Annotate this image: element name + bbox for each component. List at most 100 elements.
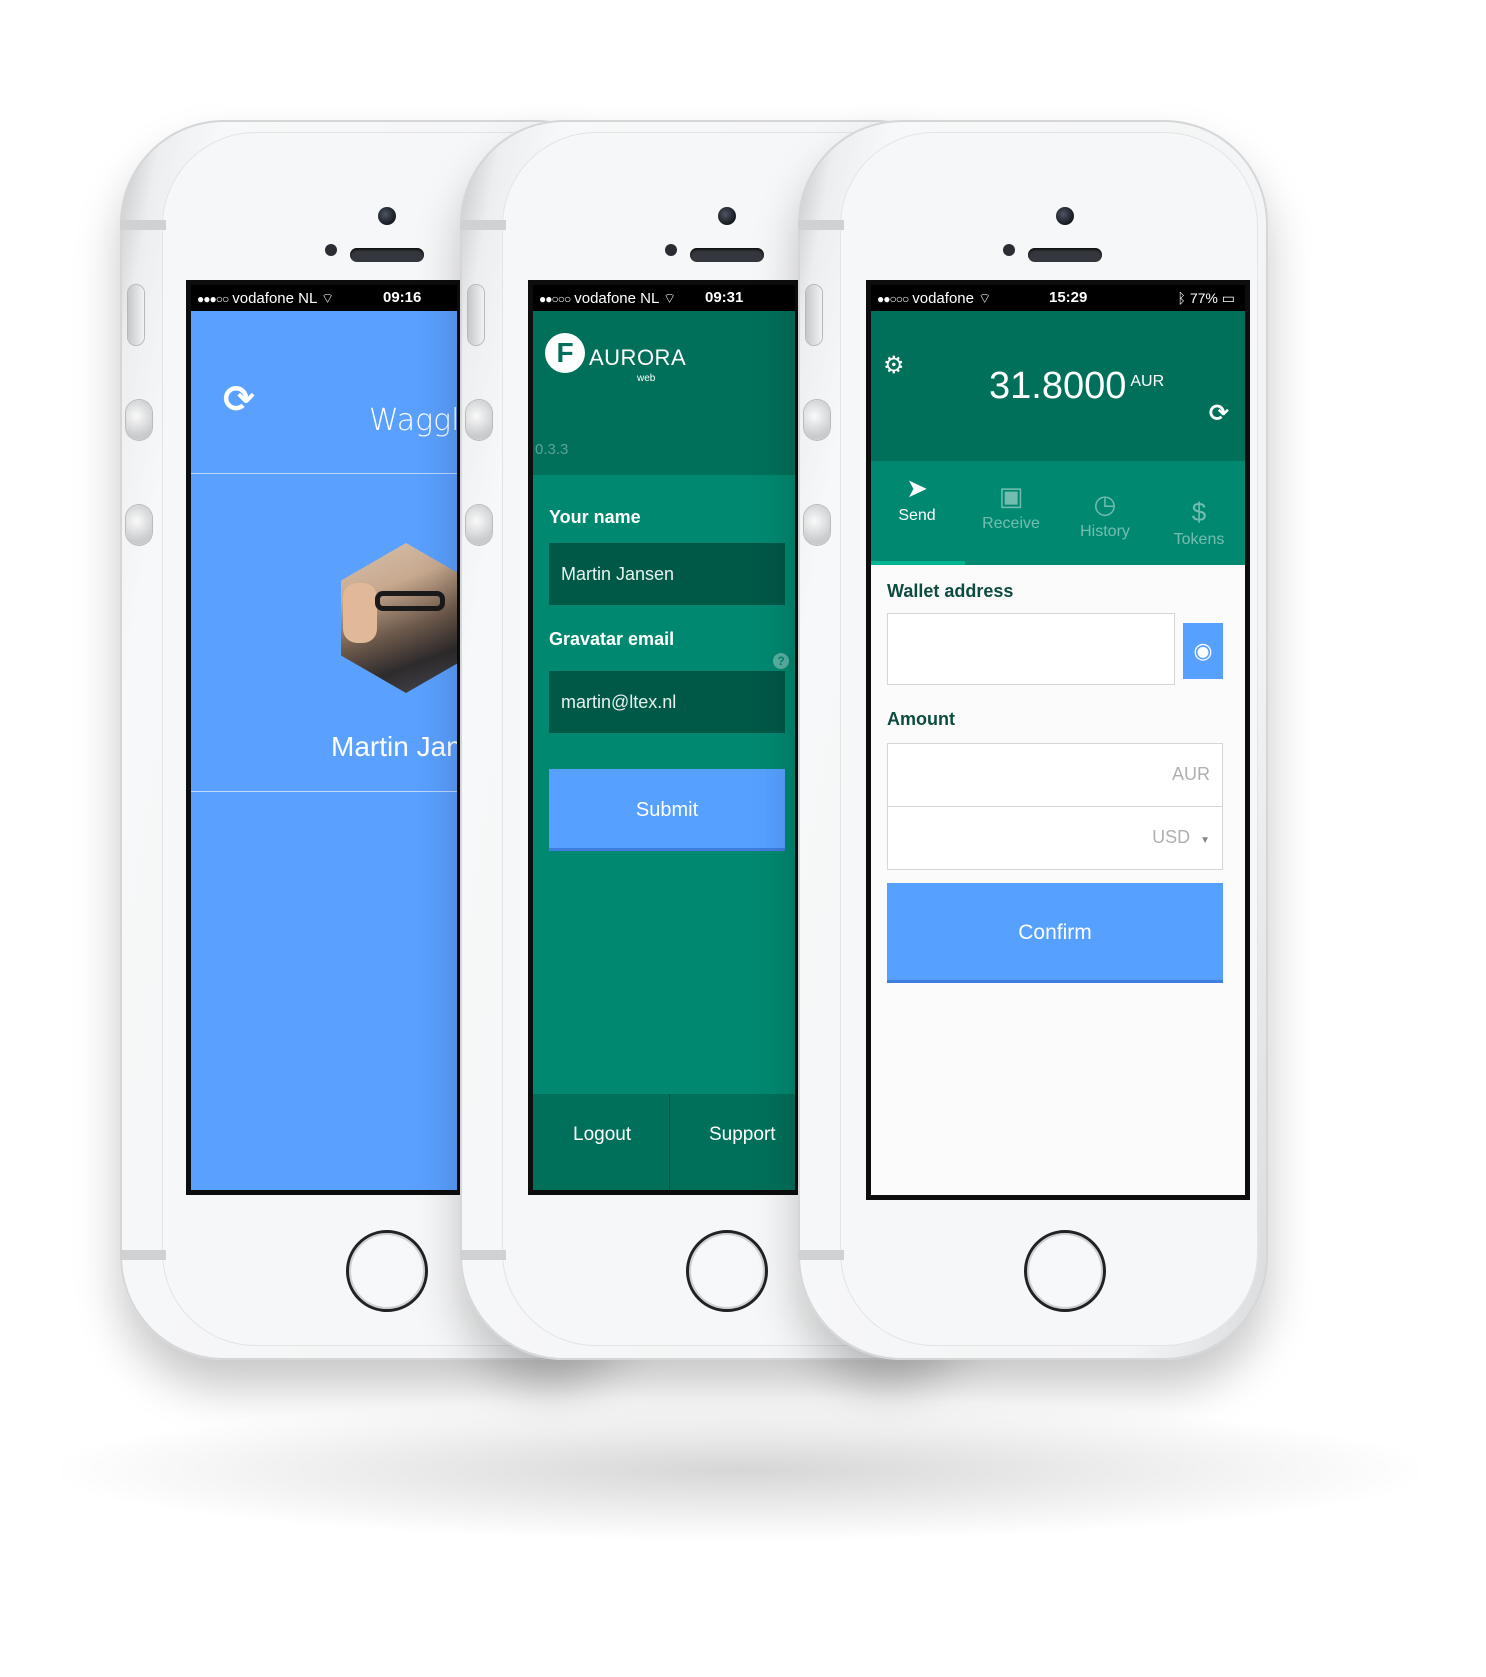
gear-icon[interactable]: ⚙ (883, 351, 905, 380)
aurora-wallet: ⚙ 31.8000 AUR ⟳ ➤ Send ▣ Receive ◷ Histor… (871, 311, 1245, 1195)
mute-switch (468, 285, 484, 345)
avatar-glasses (375, 591, 445, 611)
tab-history[interactable]: ◷ History (1059, 489, 1151, 541)
antenna-band (798, 220, 844, 230)
phone-aurora-wallet: ●●○○○ vodafone ⌔ 15:29 ᛒ 77% ▭ ⚙ 31.8000 A… (798, 120, 1268, 1360)
antenna-band (798, 1250, 844, 1260)
name-label: Your name (549, 507, 641, 527)
camera-icon (378, 207, 396, 225)
dollar-icon: $ (1191, 497, 1207, 527)
battery-percent: 77% (1189, 290, 1218, 306)
help-icon[interactable]: ? (773, 653, 789, 669)
sensor (665, 244, 677, 256)
mute-switch (128, 285, 144, 345)
status-bar: ●●●○○ vodafone NL ⌔ 09:16 (191, 285, 457, 311)
refresh-icon[interactable]: ⟳ (223, 377, 255, 422)
footer: Logout Support (533, 1094, 795, 1190)
support-button[interactable]: Support (709, 1124, 776, 1146)
lightbulb-icon: ◉ (1193, 638, 1213, 663)
bluetooth-icon: ᛒ (1177, 290, 1190, 306)
battery: ᛒ 77% ▭ (1178, 285, 1235, 311)
amount-aur-input[interactable]: AUR (887, 743, 1223, 807)
camera-icon (718, 207, 736, 225)
antenna-band (120, 220, 166, 230)
balance: 31.8000 AUR (989, 365, 1164, 408)
volume-up-button (126, 400, 152, 440)
logout-button[interactable]: Logout (573, 1124, 631, 1146)
name-field[interactable]: Martin Jansen (549, 543, 785, 605)
submit-button[interactable]: Submit (549, 769, 785, 851)
speaker-grille (350, 248, 424, 262)
logo-name: AURORA (589, 345, 687, 370)
scan-qr-button[interactable]: ◉ (1183, 623, 1223, 679)
app-title: Waggle (369, 403, 460, 438)
email-field[interactable]: martin@ltex.nl (549, 671, 785, 733)
volume-down-button (466, 505, 492, 545)
floor-shadow (60, 1400, 1420, 1540)
screen-aurora-wallet: ●●○○○ vodafone ⌔ 15:29 ᛒ 77% ▭ ⚙ 31.8000 A… (866, 280, 1250, 1200)
carrier: ●●●○○ vodafone NL ⌔ (197, 285, 334, 312)
balance-amount: 31.8000 (989, 365, 1127, 407)
currency-usd: USD (1152, 827, 1191, 847)
avatar-hand (343, 583, 377, 643)
header: F AURORA web 0.3.3 (533, 311, 795, 475)
confirm-button[interactable]: Confirm (887, 883, 1223, 983)
aurora-login: F AURORA web 0.3.3 Your name Martin Jans… (533, 311, 795, 1190)
clock: 09:31 (705, 289, 744, 306)
inbox-icon: ▣ (998, 481, 1024, 511)
wifi-icon: ⌔ (662, 290, 677, 306)
tab-label: Send (898, 507, 936, 524)
tab-receive[interactable]: ▣ Receive (965, 481, 1057, 533)
antenna-band (120, 1250, 166, 1260)
email-label: Gravatar email (549, 629, 675, 649)
logo-sub: web (637, 373, 656, 384)
camera-icon (1056, 207, 1074, 225)
clock-icon: ◷ (1093, 489, 1117, 519)
tab-send[interactable]: ➤ Send (871, 473, 963, 525)
battery-icon: ▭ (1221, 290, 1235, 306)
screen-waggle: ●●●○○vodafone NL ⌔ 09:16 ⟳ Waggle Martin… (186, 280, 462, 1195)
caret-down-icon: ▼ (1200, 835, 1210, 846)
divider (191, 473, 457, 474)
divider (191, 791, 457, 792)
send-icon: ➤ (906, 473, 928, 503)
signal-icon: ●●○○○ (539, 292, 571, 306)
clock: 09:16 (383, 289, 422, 306)
refresh-icon[interactable]: ⟳ (1209, 399, 1229, 428)
amount-label: Amount (887, 709, 955, 729)
sensor (1003, 244, 1015, 256)
volume-down-button (126, 505, 152, 545)
volume-down-button (804, 505, 830, 545)
status-bar: ●●○○○ vodafone ⌔ 15:29 ᛒ 77% ▭ (871, 285, 1245, 311)
volume-up-button (466, 400, 492, 440)
tab-bar: ➤ Send ▣ Receive ◷ History $ Tokens (871, 461, 1245, 565)
tab-tokens[interactable]: $ Tokens (1153, 497, 1245, 549)
aurora-logo-icon: F (545, 333, 585, 373)
tab-label: Tokens (1173, 531, 1225, 548)
waggle-app: ⟳ Waggle Martin Jansen (191, 311, 457, 1190)
tab-label: Receive (982, 515, 1040, 532)
carrier: ●●○○○ vodafone NL ⌔ (539, 285, 676, 312)
speaker-grille (1028, 248, 1102, 262)
home-button[interactable] (686, 1230, 768, 1312)
wallet-address-input[interactable] (887, 613, 1175, 685)
avatar[interactable] (341, 543, 457, 693)
carrier-name: vodafone (912, 290, 974, 307)
amount-usd-input[interactable]: USD ▼ (887, 806, 1223, 870)
signal-icon: ●●○○○ (877, 292, 909, 306)
home-button[interactable] (346, 1230, 428, 1312)
mute-switch (806, 285, 822, 345)
footer-divider (669, 1094, 670, 1190)
home-button[interactable] (1024, 1230, 1106, 1312)
clock: 15:29 (1049, 289, 1088, 306)
carrier-name: vodafone NL (232, 290, 317, 307)
antenna-band (460, 220, 506, 230)
screen-aurora-login: ●●○○○ vodafone NL ⌔ 09:31 F AURORA web 0.… (528, 280, 800, 1195)
speaker-grille (690, 248, 764, 262)
signal-icon: ●●●○○ (197, 292, 229, 306)
wifi-icon: ⌔ (320, 290, 335, 306)
balance-bar: ⚙ 31.8000 AUR ⟳ (871, 311, 1245, 461)
antenna-band (460, 1250, 506, 1260)
currency-usd-select[interactable]: USD ▼ (1152, 827, 1210, 848)
balance-unit: AUR (1130, 373, 1165, 390)
